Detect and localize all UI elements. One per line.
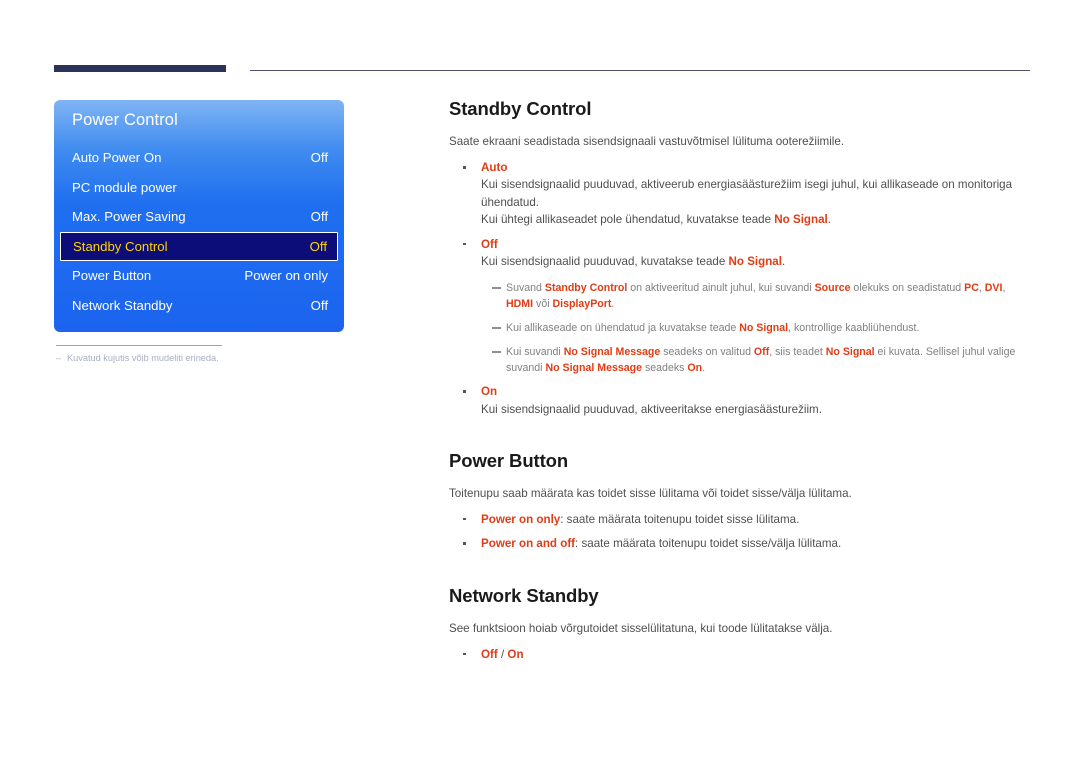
note-text: Suvand: [506, 282, 545, 295]
osd-item-power-button[interactable]: Power Button Power on only: [54, 261, 344, 291]
note-text: Kui suvandi: [506, 346, 564, 359]
osd-item-label: Max. Power Saving: [72, 209, 186, 225]
note-text: .: [611, 297, 615, 310]
osd-item-label: PC module power: [72, 179, 177, 195]
footnote-dash: –: [56, 353, 62, 363]
keyword-no-signal-message: No Signal Message: [563, 346, 661, 359]
note-text: on aktiveeritud ainult juhul, kui suvand…: [627, 282, 815, 295]
option-label-on: On: [507, 647, 524, 661]
osd-item-standby-control[interactable]: Standby Control Off: [60, 231, 338, 261]
option-desc-line1: Kui sisendsignaalid puuduvad, kuvatakse …: [481, 253, 1031, 270]
network-standby-option-list: Off / On: [449, 646, 1031, 663]
keyword-no-signal: No Signal: [739, 322, 789, 335]
osd-illustration-column: Power Control Auto Power On Off PC modul…: [54, 100, 344, 363]
note-text: olekuks on seadistatud: [850, 282, 965, 295]
note-text: , siis teadet: [769, 346, 826, 359]
keyword-standby-control: Standby Control: [544, 282, 628, 295]
option-desc: : saate määrata toitenupu toidet sisse/v…: [575, 537, 842, 551]
standby-control-option-list: Auto Kui sisendsignaalid puuduvad, aktiv…: [449, 159, 1031, 418]
keyword-no-signal: No Signal: [728, 254, 782, 268]
note-source-requirement: Suvand Standby Control on aktiveeritud a…: [481, 281, 1031, 312]
footnote-text: Kuvatud kujutis võib mudeliti erineda.: [67, 353, 219, 363]
note-text: seadeks on valitud: [660, 346, 754, 359]
note-no-signal-message: Kui suvandi No Signal Message seadeks on…: [481, 345, 1031, 376]
osd-item-value: Off: [310, 150, 328, 166]
keyword-displayport: DisplayPort: [552, 297, 612, 310]
keyword-source: Source: [814, 282, 851, 295]
content-column: Standby Control Saate ekraani seadistada…: [449, 98, 1031, 663]
option-desc-line1: Kui sisendsignaalid puuduvad, aktiveerub…: [481, 178, 1013, 209]
heading-network-standby: Network Standby: [449, 584, 599, 606]
osd-footnote: – Kuvatud kujutis võib mudeliti erineda.: [56, 353, 346, 363]
keyword-no-signal-message-2: No Signal Message: [545, 361, 643, 374]
heading-power-button: Power Button: [449, 449, 569, 471]
option-label: Off: [481, 237, 498, 251]
osd-power-control-panel: Power Control Auto Power On Off PC modul…: [54, 100, 344, 332]
option-power-on-and-off: Power on and off: saate määrata toitenup…: [449, 535, 1031, 552]
power-button-option-list: Power on only: saate määrata toitenupu t…: [449, 511, 1031, 553]
desc-text-tail: .: [827, 213, 831, 227]
note-text: .: [702, 361, 706, 374]
option-label: Auto: [481, 160, 508, 174]
osd-item-value: Power on only: [244, 268, 328, 284]
osd-item-max-power-saving[interactable]: Max. Power Saving Off: [54, 202, 344, 232]
note-text: Kui allikaseade on ühendatud ja kuvataks…: [506, 322, 740, 335]
keyword-pc: PC: [964, 282, 979, 295]
osd-item-auto-power-on[interactable]: Auto Power On Off: [54, 143, 344, 173]
standby-control-intro: Saate ekraani seadistada sisendsignaali …: [449, 135, 845, 149]
header-divider-line: [250, 70, 1030, 71]
standby-control-notes: Suvand Standby Control on aktiveeritud a…: [481, 281, 1031, 376]
desc-text: Kui sisendsignaalid puuduvad, kuvatakse …: [481, 254, 729, 268]
osd-item-value: Off: [310, 297, 328, 313]
osd-menu-title: Power Control: [72, 111, 178, 129]
desc-text: Kui ühtegi allikaseadet pole ühendatud, …: [481, 213, 775, 227]
power-button-intro: Toitenupu saab määrata kas toidet sisse …: [449, 487, 852, 501]
osd-item-label: Power Button: [72, 268, 152, 284]
note-text: seadeks: [642, 361, 688, 374]
option-off: Off Kui sisendsignaalid puuduvad, kuvata…: [449, 236, 1031, 377]
keyword-dvi: DVI: [984, 282, 1003, 295]
option-desc: : saate määrata toitenupu toidet sisse l…: [560, 512, 800, 526]
keyword-on: On: [687, 361, 703, 374]
keyword-hdmi: HDMI: [506, 297, 534, 310]
option-label: On: [481, 385, 498, 399]
page-header-rules: [0, 0, 1080, 90]
osd-item-label: Network Standby: [72, 297, 173, 313]
note-text: ,: [1002, 282, 1006, 295]
note-text: , kontrollige kaabliühendust.: [788, 322, 920, 335]
osd-item-value: Off: [309, 238, 327, 254]
osd-item-pc-module-power[interactable]: PC module power: [54, 173, 344, 203]
option-desc-line1: Kui sisendsignaalid puuduvad, aktiveerit…: [481, 402, 822, 416]
keyword-no-signal: No Signal: [774, 213, 828, 227]
network-standby-intro: See funktsioon hoiab võrgutoidet sisselü…: [449, 621, 833, 635]
osd-item-network-standby[interactable]: Network Standby Off: [54, 291, 344, 321]
option-auto: Auto Kui sisendsignaalid puuduvad, aktiv…: [449, 159, 1031, 229]
option-on: On Kui sisendsignaalid puuduvad, aktivee…: [449, 383, 1031, 418]
osd-item-label: Standby Control: [73, 238, 168, 254]
option-label: Power on only: [481, 512, 561, 526]
note-text: või: [533, 297, 553, 310]
header-accent-bar: [54, 65, 226, 72]
keyword-off: Off: [753, 346, 770, 359]
keyword-no-signal: No Signal: [825, 346, 875, 359]
osd-item-value: Off: [310, 209, 328, 225]
option-label-off: Off: [481, 647, 498, 661]
option-power-on-only: Power on only: saate määrata toitenupu t…: [449, 511, 1031, 528]
note-check-cable: Kui allikaseade on ühendatud ja kuvataks…: [481, 321, 1031, 336]
option-desc-line2: Kui ühtegi allikaseadet pole ühendatud, …: [481, 211, 1031, 228]
footnote-divider: [56, 345, 222, 346]
option-off-on: Off / On: [449, 646, 1031, 663]
osd-item-label: Auto Power On: [72, 150, 162, 166]
option-separator: /: [497, 647, 508, 661]
desc-text-tail: .: [781, 254, 786, 268]
option-label: Power on and off: [481, 537, 576, 551]
osd-menu-list: Auto Power On Off PC module power Max. P…: [54, 143, 344, 320]
heading-standby-control: Standby Control: [449, 98, 592, 119]
